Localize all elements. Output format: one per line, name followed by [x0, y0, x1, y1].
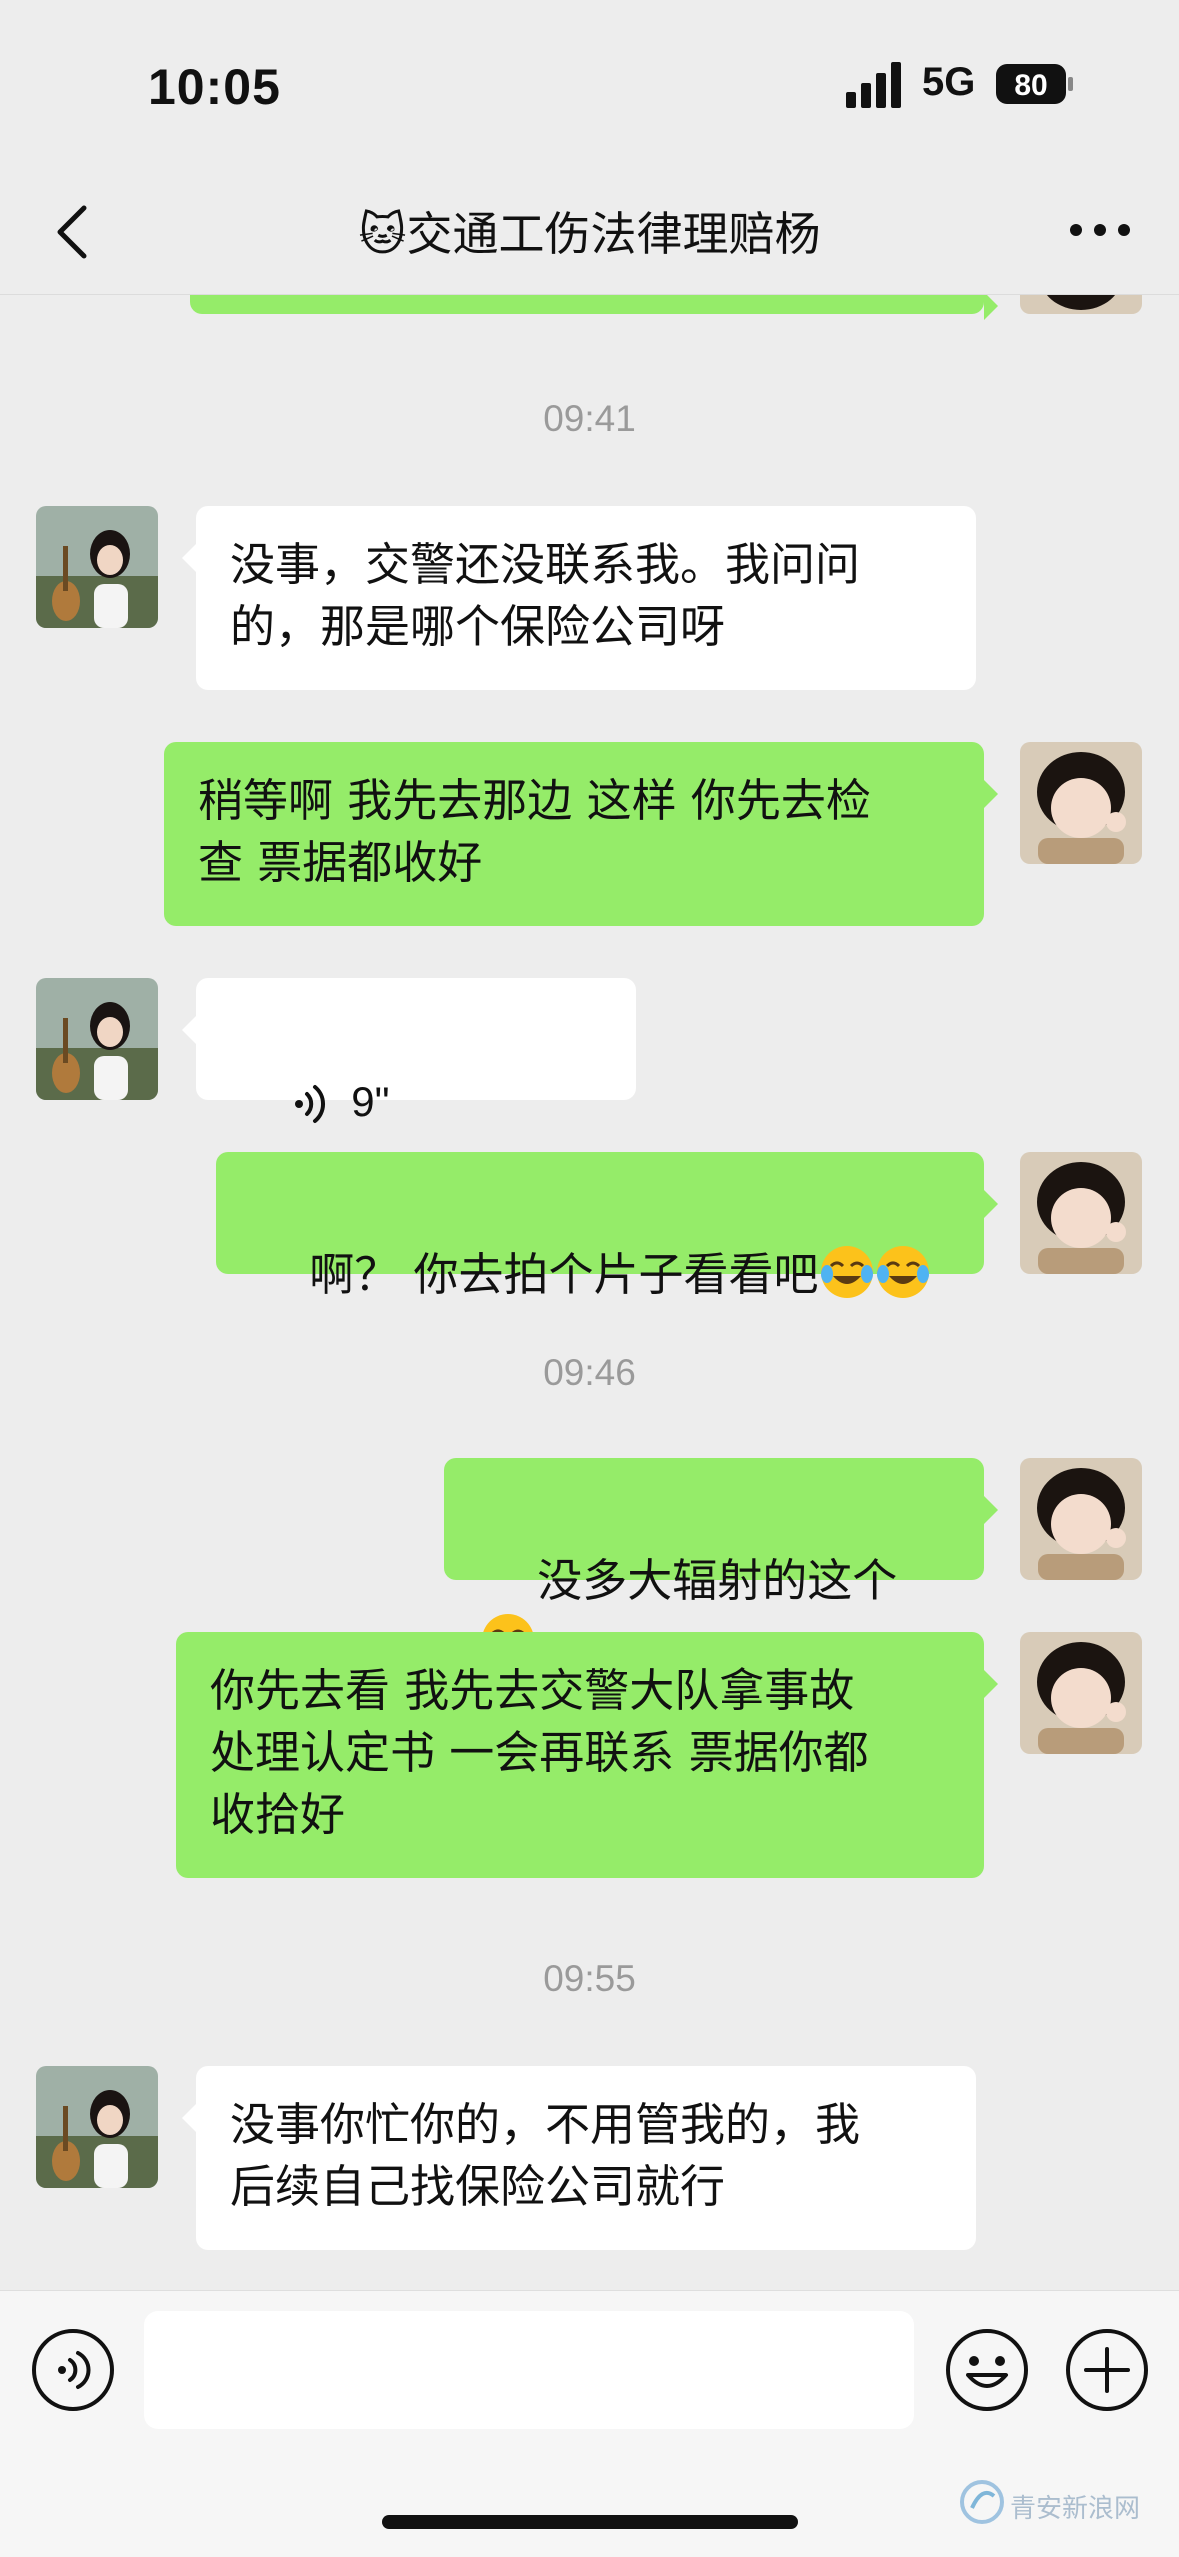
- message-text: 没多大辐射的这个: [537, 1554, 898, 1607]
- emoji-icon[interactable]: [944, 2327, 1030, 2413]
- avatar-me: [1020, 294, 1142, 314]
- message-bubble-partial: [190, 294, 998, 320]
- timestamp: 09:41: [543, 398, 636, 439]
- watermark-text: 青安新浪网: [1010, 2493, 1141, 2523]
- home-indicator: [382, 2515, 798, 2529]
- voice-wave-icon: [295, 1085, 326, 1123]
- avatar-me[interactable]: [1020, 1632, 1142, 1754]
- message-input[interactable]: [144, 2311, 914, 2429]
- message-list[interactable]: 09:41 没事，交警还没联系我。我问问 的，那是哪个保险公司呀 稍等啊 我先去…: [0, 294, 1179, 2294]
- signal-icon: [846, 62, 901, 108]
- timestamp: 09:55: [543, 1958, 636, 1999]
- avatar-contact[interactable]: [36, 506, 158, 628]
- status-time: 10:05: [148, 59, 281, 115]
- message-bubble[interactable]: 没事，交警还没联系我。我问问 的，那是哪个保险公司呀: [182, 506, 976, 690]
- more-icon[interactable]: [1060, 198, 1140, 262]
- voice-icon[interactable]: [30, 2327, 116, 2413]
- message-bubble[interactable]: 啊？ 你去拍个片子看看吧: [216, 1152, 998, 1301]
- message-bubble[interactable]: 你先去看 我先去交警大队拿事故 处理认定书 一会再联系 票据你都 收拾好: [176, 1632, 998, 1878]
- timestamp: 09:46: [543, 1352, 636, 1393]
- avatar-me[interactable]: [1020, 1458, 1142, 1580]
- voice-message-bubble[interactable]: 9": [182, 978, 636, 1125]
- battery-level: 80: [1014, 69, 1047, 102]
- message-bubble[interactable]: 稍等啊 我先去那边 这样 你先去检 查 票据都收好: [164, 742, 998, 926]
- avatar-contact[interactable]: [36, 978, 158, 1100]
- message-text: 啊？ 你去拍个片子看看吧: [309, 1248, 819, 1301]
- avatar-me[interactable]: [1020, 1152, 1142, 1274]
- chat-header: 🐱交通工伤法律理赔杨: [0, 170, 1179, 295]
- network-label: 5G: [922, 60, 976, 104]
- battery-icon: 80: [996, 64, 1073, 104]
- message-bubble[interactable]: 没事你忙你的，不用管我的，我 后续自己找保险公司就行: [182, 2066, 976, 2250]
- voice-duration: 9": [351, 1078, 390, 1125]
- avatar-contact[interactable]: [36, 2066, 158, 2188]
- watermark-logo-icon: [960, 2480, 1004, 2524]
- message-bubble[interactable]: 没多大辐射的这个: [444, 1458, 998, 1666]
- face-with-tears-of-joy-icon: [876, 1246, 929, 1298]
- avatar-me[interactable]: [1020, 742, 1142, 864]
- status-bar: 10:05 5G 80: [0, 0, 1179, 170]
- face-with-tears-of-joy-icon: [820, 1246, 873, 1298]
- plus-icon[interactable]: [1064, 2327, 1150, 2413]
- chat-title: 🐱交通工伤法律理赔杨: [358, 207, 821, 261]
